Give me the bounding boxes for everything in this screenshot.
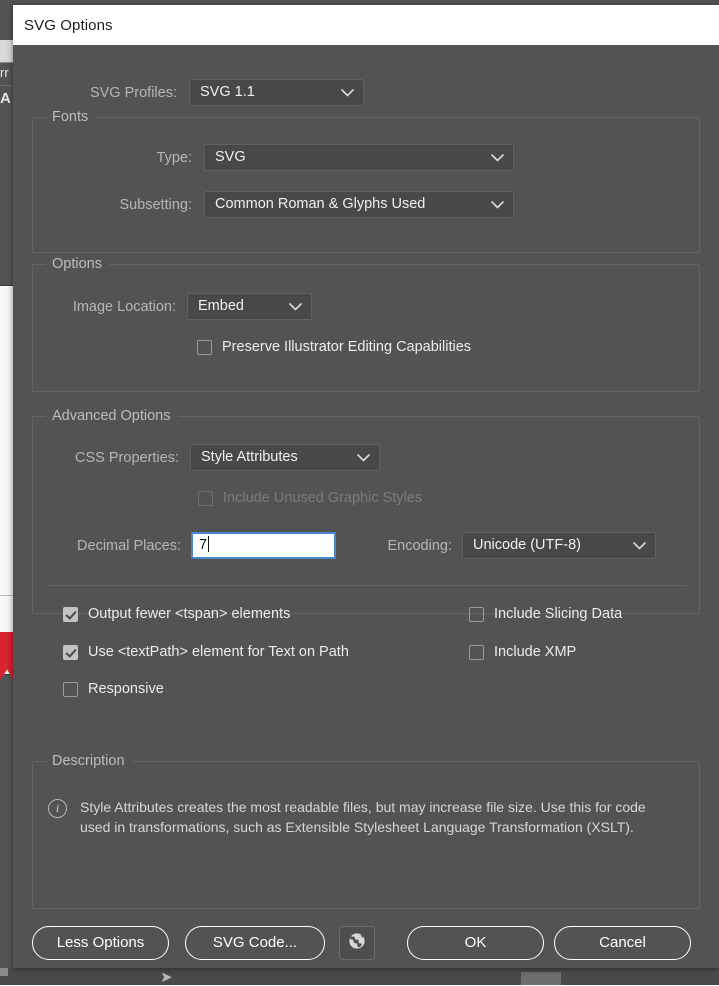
background-left-canvas	[0, 285, 13, 675]
font-subsetting-value: Common Roman & Glyphs Used	[215, 196, 425, 212]
globe-icon	[347, 931, 367, 956]
advanced-options-group: Advanced Options CSS Properties: Style A…	[32, 416, 700, 614]
decimal-places-value: 7	[199, 537, 207, 553]
background-bottom-chevron-icon: ➤	[160, 970, 173, 985]
image-location-label: Image Location:	[41, 299, 176, 315]
preserve-illustrator-row[interactable]: Preserve Illustrator Editing Capabilitie…	[197, 339, 471, 355]
background-bottom-tick	[0, 968, 8, 976]
image-location-row: Image Location: Embed	[41, 293, 681, 320]
chevron-down-icon	[633, 533, 646, 558]
background-left-text-fragment-1: rr	[0, 63, 13, 83]
dialog-title-bar: SVG Options	[13, 5, 719, 45]
css-properties-select[interactable]: Style Attributes	[190, 444, 380, 471]
font-type-label: Type:	[39, 150, 192, 166]
decimal-places-input[interactable]: 7	[191, 532, 336, 559]
description-group-title: Description	[46, 751, 132, 771]
dialog-title: SVG Options	[24, 17, 113, 34]
info-icon: i	[48, 799, 67, 818]
include-unused-graphic-styles-checkbox	[198, 491, 213, 506]
image-location-value: Embed	[198, 298, 244, 314]
background-left-text-fragment-2: A	[0, 88, 13, 110]
css-properties-row: CSS Properties: Style Attributes	[41, 444, 681, 471]
decimal-places-row: Decimal Places: 7 Encoding: Unicode (UTF…	[41, 532, 681, 559]
text-caret	[208, 536, 209, 552]
font-subsetting-select[interactable]: Common Roman & Glyphs Used	[204, 191, 514, 218]
use-textpath-checkbox[interactable]	[63, 645, 78, 660]
encoding-value: Unicode (UTF-8)	[473, 537, 581, 553]
chevron-down-icon	[491, 145, 504, 170]
include-slicing-data-label: Include Slicing Data	[494, 606, 622, 622]
image-location-select[interactable]: Embed	[187, 293, 312, 320]
background-bottom-bar	[0, 968, 719, 985]
include-xmp-checkbox[interactable]	[469, 645, 484, 660]
font-type-select[interactable]: SVG	[204, 144, 514, 171]
options-group: Options Image Location: Embed Preserve I…	[32, 264, 700, 392]
decimal-places-label: Decimal Places:	[41, 538, 181, 554]
svg-profiles-value: SVG 1.1	[200, 84, 255, 100]
svg-options-dialog: SVG Options SVG Profiles: SVG 1.1 Fonts …	[13, 5, 719, 968]
output-fewer-tspan-row[interactable]: Output fewer <tspan> elements	[63, 606, 290, 622]
use-textpath-label: Use <textPath> element for Text on Path	[88, 644, 349, 660]
chevron-down-icon	[341, 80, 354, 105]
encoding-select[interactable]: Unicode (UTF-8)	[462, 532, 656, 559]
fonts-group-title: Fonts	[46, 107, 95, 127]
fonts-group: Fonts Type: SVG Subsetting: Common Roman…	[32, 117, 700, 253]
dialog-button-bar: Less Options SVG Code... OK Cancel	[13, 926, 719, 968]
responsive-label: Responsive	[88, 681, 164, 697]
font-type-row: Type: SVG	[39, 144, 679, 171]
font-subsetting-label: Subsetting:	[39, 197, 192, 213]
include-unused-graphic-styles-row: Include Unused Graphic Styles	[198, 490, 422, 506]
include-slicing-data-checkbox[interactable]	[469, 607, 484, 622]
css-properties-label: CSS Properties:	[41, 450, 179, 466]
responsive-checkbox[interactable]	[63, 682, 78, 697]
description-text: Style Attributes creates the most readab…	[80, 797, 675, 837]
svg-profiles-select[interactable]: SVG 1.1	[189, 79, 364, 106]
include-slicing-data-row[interactable]: Include Slicing Data	[469, 606, 622, 622]
responsive-row[interactable]: Responsive	[63, 681, 164, 697]
chevron-down-icon	[357, 445, 370, 470]
include-unused-graphic-styles-label: Include Unused Graphic Styles	[223, 490, 422, 506]
output-fewer-tspan-label: Output fewer <tspan> elements	[88, 606, 290, 622]
include-xmp-row[interactable]: Include XMP	[469, 644, 576, 660]
ok-button[interactable]: OK	[407, 926, 544, 960]
dialog-body: SVG Profiles: SVG 1.1 Fonts Type: SVG	[13, 45, 719, 968]
options-group-title: Options	[46, 254, 109, 274]
encoding-label: Encoding:	[357, 538, 452, 554]
description-group: Description i Style Attributes creates t…	[32, 761, 700, 909]
description-content: i Style Attributes creates the most read…	[48, 797, 675, 837]
css-properties-value: Style Attributes	[201, 449, 298, 465]
background-left-divider	[0, 85, 13, 86]
font-subsetting-row: Subsetting: Common Roman & Glyphs Used	[39, 191, 679, 218]
chevron-down-icon	[289, 294, 302, 319]
preserve-illustrator-label: Preserve Illustrator Editing Capabilitie…	[222, 339, 471, 355]
background-bottom-plate	[521, 972, 561, 985]
font-type-value: SVG	[215, 149, 246, 165]
background-left-panel-header	[0, 40, 13, 63]
background-left-canvas-rule	[0, 595, 13, 596]
advanced-options-separator	[47, 585, 687, 586]
advanced-options-group-title: Advanced Options	[46, 406, 178, 426]
preserve-illustrator-checkbox[interactable]	[197, 340, 212, 355]
svg-profiles-row: SVG Profiles: SVG 1.1	[32, 79, 700, 106]
globe-button[interactable]	[339, 926, 375, 960]
output-fewer-tspan-checkbox[interactable]	[63, 607, 78, 622]
svg-code-button[interactable]: SVG Code...	[185, 926, 325, 960]
cancel-button[interactable]: Cancel	[554, 926, 691, 960]
use-textpath-row[interactable]: Use <textPath> element for Text on Path	[63, 644, 349, 660]
chevron-down-icon	[491, 192, 504, 217]
less-options-button[interactable]: Less Options	[32, 926, 169, 960]
svg-profiles-label: SVG Profiles:	[32, 85, 177, 101]
include-xmp-label: Include XMP	[494, 644, 576, 660]
